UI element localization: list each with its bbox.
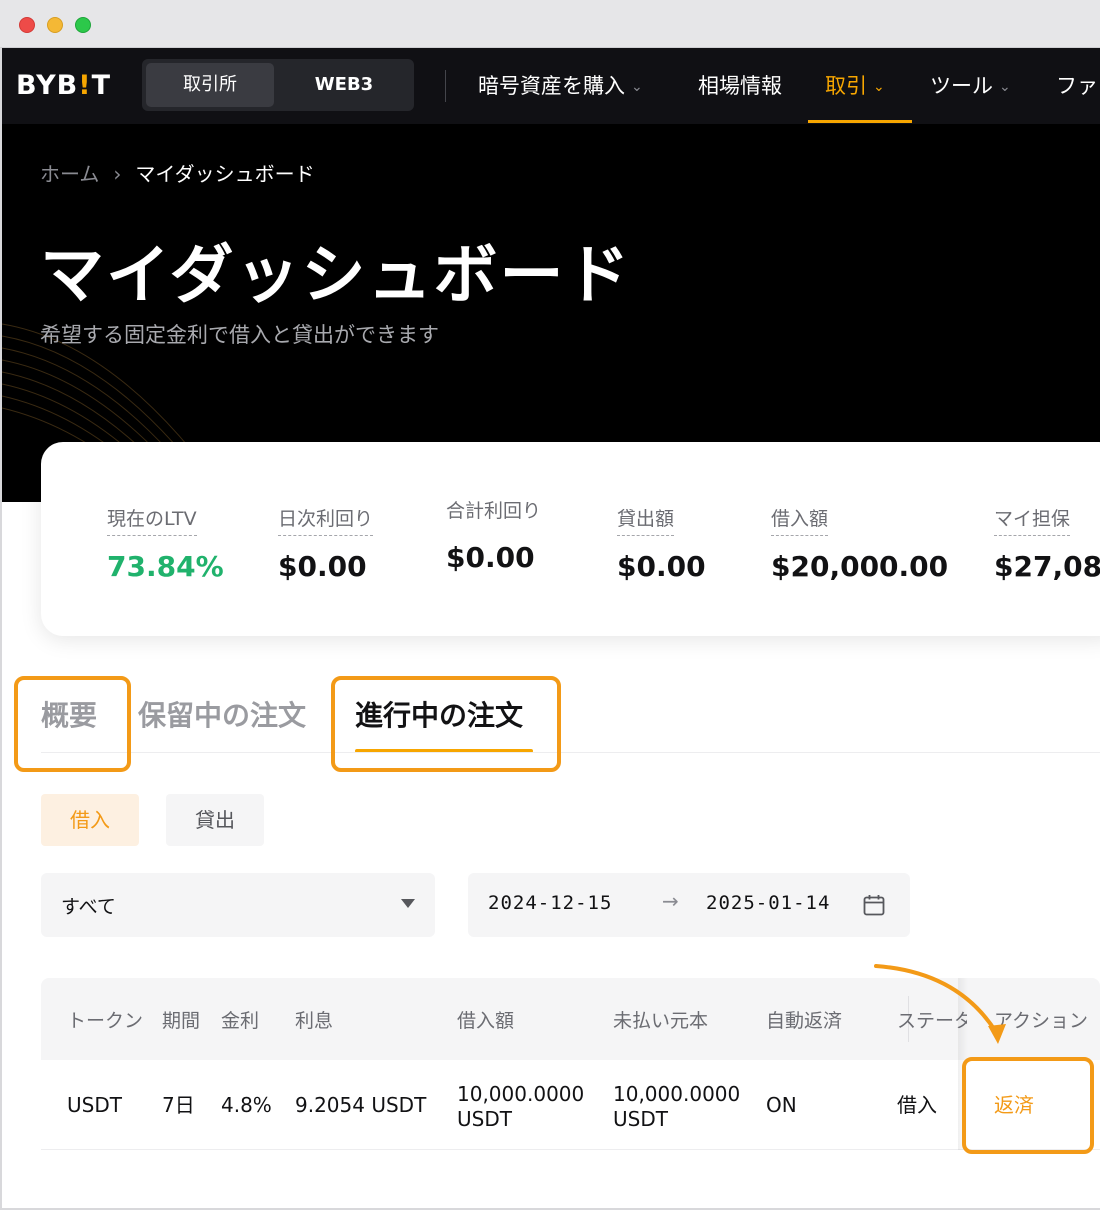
- nav-item-label: 取引: [825, 74, 867, 98]
- stat-label[interactable]: 貸出額: [617, 504, 675, 536]
- chevron-right-icon: ›: [113, 162, 122, 186]
- exchange-segment-button[interactable]: 取引所: [146, 63, 274, 107]
- nav-item-more[interactable]: ファ: [1056, 70, 1098, 102]
- breadcrumb-home-link[interactable]: ホーム: [40, 162, 99, 186]
- bybit-logo[interactable]: BYB!T: [16, 70, 111, 101]
- nav-item-label: ツール: [930, 74, 993, 98]
- cell-principal-unit: USDT: [613, 1107, 668, 1131]
- arrow-right-icon: →: [662, 889, 679, 913]
- stat-borrowed-amount: 借入額 $20,000.00: [771, 504, 948, 583]
- status-select[interactable]: すべて: [41, 873, 435, 937]
- cell-borrowed-unit: USDT: [457, 1107, 512, 1131]
- minimize-window-button[interactable]: [47, 17, 63, 33]
- zoom-window-button[interactable]: [75, 17, 91, 33]
- stat-label[interactable]: 借入額: [771, 504, 829, 536]
- stat-total-yield: 合計利回り $0.00: [446, 496, 541, 574]
- nav-divider: [445, 70, 446, 102]
- web3-segment-button[interactable]: WEB3: [278, 63, 410, 107]
- column-header-term: 期間: [162, 1010, 201, 1032]
- window-titlebar: [0, 0, 1100, 48]
- chevron-down-icon: ⌄: [999, 79, 1011, 95]
- close-window-button[interactable]: [19, 17, 35, 33]
- stat-value: $0.00: [278, 550, 367, 583]
- top-navigation-bar: BYB!T 取引所 WEB3 暗号資産を購入 ⌄ 相場情報 取引 ⌄ ツール ⌄ ファ: [2, 48, 1100, 124]
- active-nav-underline: [808, 120, 912, 123]
- stat-lent-amount: 貸出額 $0.00: [617, 504, 706, 583]
- stat-daily-yield: 日次利回り $0.00: [278, 504, 374, 583]
- cell-principal-amount: 10,000.0000: [613, 1082, 741, 1106]
- date-start-input[interactable]: 2024-12-15: [488, 892, 612, 914]
- column-header-interest: 利息: [295, 1010, 334, 1032]
- page-title: マイダッシュボード: [40, 239, 632, 313]
- logo-text-bang: !: [78, 70, 92, 101]
- date-range-picker[interactable]: 2024-12-15 → 2025-01-14: [468, 873, 910, 937]
- cell-borrowed-amount: 10,000.0000: [457, 1082, 585, 1106]
- column-header-principal: 未払い元本: [613, 1010, 709, 1032]
- calendar-icon[interactable]: [862, 893, 886, 917]
- logo-text-end: T: [91, 70, 111, 101]
- stat-my-collateral: マイ担保 $27,087: [994, 504, 1100, 583]
- nav-item-markets[interactable]: 相場情報: [698, 70, 782, 102]
- platform-switch: 取引所 WEB3: [142, 59, 414, 111]
- stat-value: 73.84%: [107, 550, 224, 583]
- table-row: USDT 7日 4.8% 9.2054 USDT 10,000.0000 USD…: [41, 1060, 1100, 1150]
- column-header-auto-repay: 自動返済: [766, 1010, 843, 1032]
- stat-label[interactable]: 現在のLTV: [107, 504, 197, 536]
- page-subtitle: 希望する固定金利で借入と貸出ができます: [40, 323, 439, 347]
- date-end-input[interactable]: 2025-01-14: [706, 892, 830, 914]
- nav-item-label: 相場情報: [698, 74, 782, 98]
- column-header-borrowed: 借入額: [457, 1010, 515, 1032]
- filter-borrow-button[interactable]: 借入: [41, 794, 139, 846]
- highlight-overview-tab: [14, 676, 131, 772]
- chevron-down-icon: ⌄: [631, 79, 643, 95]
- status-select-value: すべて: [61, 896, 116, 918]
- column-header-rate: 金利: [221, 1010, 260, 1032]
- cell-auto-repay: ON: [766, 1093, 797, 1117]
- breadcrumb: ホーム › マイダッシュボード: [40, 158, 315, 187]
- cell-token: USDT: [67, 1093, 122, 1117]
- cell-principal: 10,000.0000 USDT: [613, 1082, 740, 1132]
- stat-label: 合計利回り: [446, 500, 542, 522]
- tutorial-arrow-icon: [874, 964, 1006, 1044]
- tab-pending-orders[interactable]: 保留中の注文: [138, 694, 306, 734]
- stat-label[interactable]: マイ担保: [994, 504, 1071, 536]
- stat-value: $20,000.00: [771, 550, 949, 583]
- stat-current-ltv: 現在のLTV 73.84%: [107, 504, 224, 583]
- nav-item-buy-crypto[interactable]: 暗号資産を購入 ⌄: [478, 70, 643, 102]
- caret-down-icon: [401, 899, 415, 908]
- highlight-active-orders-tab: [331, 676, 561, 772]
- cell-interest: 9.2054 USDT: [295, 1093, 427, 1117]
- breadcrumb-current: マイダッシュボード: [135, 162, 315, 186]
- nav-item-tools[interactable]: ツール ⌄: [930, 70, 1011, 102]
- stat-value: $27,087: [994, 550, 1100, 583]
- logo-text-start: BYB: [16, 70, 79, 101]
- nav-item-label: ファ: [1056, 74, 1098, 98]
- cell-status: 借入: [897, 1093, 937, 1117]
- tabs-divider: [41, 752, 1100, 753]
- chevron-down-icon: ⌄: [873, 79, 885, 95]
- filter-lend-button[interactable]: 貸出: [166, 794, 264, 846]
- cell-term: 7日: [162, 1093, 195, 1117]
- cell-borrowed: 10,000.0000 USDT: [457, 1082, 584, 1132]
- column-header-token: トークン: [67, 1010, 144, 1032]
- stat-value: $0.00: [446, 541, 535, 574]
- stat-value: $0.00: [617, 550, 706, 583]
- stats-summary-card: 現在のLTV 73.84% 日次利回り $0.00 合計利回り $0.00 貸出…: [41, 442, 1100, 636]
- stat-label[interactable]: 日次利回り: [278, 504, 374, 536]
- nav-item-trade[interactable]: 取引 ⌄: [825, 70, 885, 102]
- nav-item-label: 暗号資産を購入: [478, 74, 625, 98]
- cell-rate: 4.8%: [221, 1093, 272, 1117]
- highlight-repay-button: [962, 1057, 1094, 1154]
